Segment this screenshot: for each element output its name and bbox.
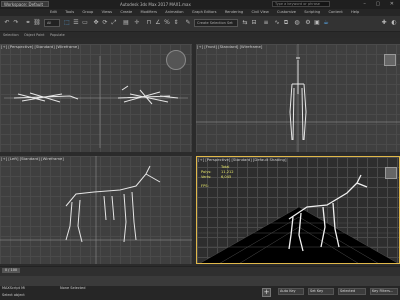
- auto-key-button[interactable]: Auto Key: [278, 288, 304, 295]
- menu-scripting[interactable]: Scripting: [304, 9, 320, 16]
- selection-filter-dropdown[interactable]: All: [44, 19, 60, 27]
- menu-modifiers[interactable]: Modifiers: [141, 9, 157, 16]
- select-object-icon[interactable]: ⬚: [63, 19, 71, 27]
- horse-skeleton-wireframe: [4, 56, 188, 148]
- script-listener-label[interactable]: MAXScript Mi: [2, 286, 25, 291]
- curve-editor-icon[interactable]: ∿: [273, 19, 281, 27]
- pivot-icon[interactable]: ✛: [133, 19, 141, 27]
- schematic-view-icon[interactable]: ⧉: [282, 19, 290, 27]
- rendered-frame-icon[interactable]: ▣: [313, 19, 321, 27]
- link-icon[interactable]: ⚭: [24, 19, 32, 27]
- key-filters-button[interactable]: Key Filters...: [370, 288, 398, 295]
- menu-create[interactable]: Create: [120, 9, 132, 16]
- redo-icon[interactable]: ↷: [12, 19, 20, 27]
- window-title: Autodesk 3ds Max 2017 MAX1.max: [120, 2, 191, 7]
- select-by-name-icon[interactable]: ☰: [72, 19, 80, 27]
- set-key-button[interactable]: Set Key: [308, 288, 334, 295]
- viewcube-icon[interactable]: [385, 167, 397, 179]
- selection-status: None Selected: [60, 286, 86, 290]
- viewcube-icon[interactable]: [166, 50, 186, 70]
- scale-icon[interactable]: ⤢: [110, 19, 118, 27]
- menu-animation[interactable]: Animation: [165, 9, 183, 16]
- material-editor-icon[interactable]: ◍: [293, 19, 301, 27]
- track-bar[interactable]: [0, 276, 400, 286]
- modify-panel-icon[interactable]: ◐: [390, 19, 398, 27]
- create-panel-icon[interactable]: ✚: [380, 19, 388, 27]
- snap-toggle-icon[interactable]: ⊓: [145, 19, 153, 27]
- menu-customize[interactable]: Customize: [277, 9, 296, 16]
- time-slider-thumb[interactable]: 0 / 100: [2, 268, 20, 273]
- set-key-icon[interactable]: +: [262, 288, 271, 297]
- horse-skeleton-shaded: [197, 174, 399, 263]
- viewport-top-left[interactable]: [+] [Perspective] [Standard] [Wireframe]: [0, 44, 192, 152]
- menu-rendering[interactable]: Rendering: [225, 9, 243, 16]
- menu-edit[interactable]: Edit: [50, 9, 57, 16]
- window-controls[interactable]: – ▢ ✕: [363, 1, 398, 8]
- move-icon[interactable]: ✥: [92, 19, 100, 27]
- reference-coordinate-icon[interactable]: ▤: [122, 19, 130, 27]
- edit-named-sets-icon[interactable]: ✎: [184, 19, 192, 27]
- menu-group[interactable]: Group: [82, 9, 93, 16]
- workspace-dropdown[interactable]: Workspace: Default: [1, 1, 49, 7]
- menu-content[interactable]: Content: [328, 9, 342, 16]
- ribbon-tab-populate[interactable]: Populate: [50, 32, 65, 38]
- render-icon[interactable]: ☕: [322, 19, 330, 27]
- percent-snap-icon[interactable]: %: [163, 19, 171, 27]
- menu-civil-view[interactable]: Civil View: [251, 9, 268, 16]
- horse-skeleton-front-wireframe: [196, 44, 400, 152]
- status-bar: MAXScript Mi Select object None Selected…: [0, 286, 400, 300]
- undo-icon[interactable]: ↶: [3, 19, 11, 27]
- named-selection-dropdown[interactable]: Create Selection Set: [194, 19, 238, 27]
- mirror-icon[interactable]: ⇆: [241, 19, 249, 27]
- main-toolbar: ↶ ↷ ⚭ ⛓ All ⬚ ☰ ▭ ✥ ⟳ ⤢ ▤ ✛ ⊓ ∠ % ⇕ ✎ Cr…: [0, 16, 400, 32]
- align-icon[interactable]: ⊟: [250, 19, 258, 27]
- horse-skeleton-side-wireframe: [0, 156, 192, 264]
- angle-snap-icon[interactable]: ∠: [154, 19, 162, 27]
- viewport-top-right[interactable]: [+] [Front] [Standard] [Wireframe]: [196, 44, 400, 152]
- title-bar: Workspace: Default Autodesk 3ds Max 2017…: [0, 0, 400, 9]
- selected-dropdown[interactable]: Selected: [338, 288, 366, 295]
- rotate-icon[interactable]: ⟳: [101, 19, 109, 27]
- menu-graph-editors[interactable]: Graph Editors: [192, 9, 217, 16]
- menu-views[interactable]: Views: [102, 9, 112, 16]
- ribbon-tab-selection[interactable]: Selection: [3, 32, 19, 38]
- render-setup-icon[interactable]: ⚙: [304, 19, 312, 27]
- search-input[interactable]: Type a keyword or phrase: [272, 1, 330, 7]
- spinner-snap-icon[interactable]: ⇕: [172, 19, 180, 27]
- viewport-bottom-right[interactable]: [+] [Perspective] [Standard] [Default Sh…: [196, 156, 400, 264]
- prompt-hint: Select object: [2, 293, 25, 297]
- menu-tools[interactable]: Tools: [65, 9, 74, 16]
- layer-explorer-icon[interactable]: ≡: [262, 19, 270, 27]
- unlink-icon[interactable]: ⛓: [33, 19, 41, 27]
- ribbon-tab-object-paint[interactable]: Object Paint: [24, 32, 45, 38]
- menu-bar: Edit Tools Group Views Create Modifiers …: [0, 9, 400, 16]
- viewcube-icon[interactable]: [384, 54, 396, 66]
- ribbon-tabs: Selection Object Paint Populate: [0, 32, 400, 38]
- viewport-bottom-left[interactable]: [+] [Left] [Standard] [Wireframe]: [0, 156, 192, 264]
- menu-help[interactable]: Help: [351, 9, 359, 16]
- rectangular-selection-icon[interactable]: ▭: [81, 19, 89, 27]
